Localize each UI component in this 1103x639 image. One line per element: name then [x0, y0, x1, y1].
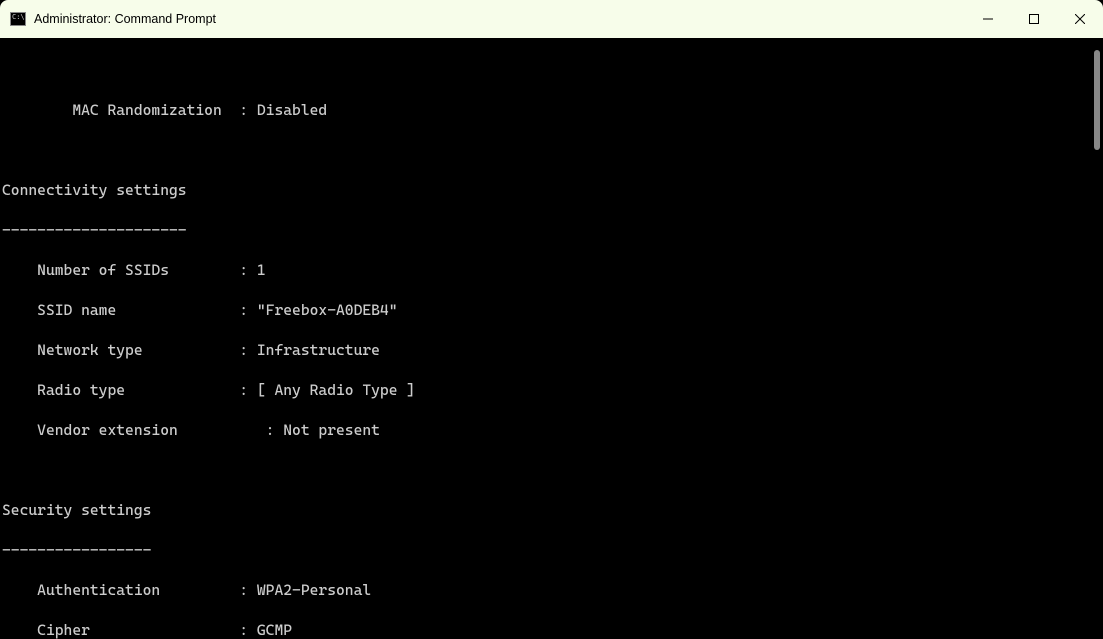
output-line: Connectivity settings	[2, 180, 1103, 200]
minimize-button[interactable]	[965, 0, 1011, 38]
scrollbar[interactable]	[1087, 38, 1103, 639]
output-line: -----------------	[2, 540, 1103, 560]
output-line: MAC Randomization : Disabled	[2, 100, 1103, 120]
terminal-output[interactable]: MAC Randomization : Disabled Connectivit…	[0, 38, 1103, 639]
close-button[interactable]	[1057, 0, 1103, 38]
output-line: SSID name : "Freebox-A0DEB4"	[2, 300, 1103, 320]
cmd-icon	[10, 12, 26, 26]
window-title: Administrator: Command Prompt	[34, 12, 216, 26]
output-line: Radio type : [ Any Radio Type ]	[2, 380, 1103, 400]
output-line	[2, 140, 1103, 160]
scrollbar-thumb[interactable]	[1094, 50, 1100, 150]
output-line: Vendor extension : Not present	[2, 420, 1103, 440]
close-icon	[1075, 14, 1085, 24]
output-line: ---------------------	[2, 220, 1103, 240]
output-line: Security settings	[2, 500, 1103, 520]
maximize-icon	[1029, 14, 1039, 24]
output-line: Number of SSIDs : 1	[2, 260, 1103, 280]
output-line: Authentication : WPA2-Personal	[2, 580, 1103, 600]
maximize-button[interactable]	[1011, 0, 1057, 38]
output-line: Network type : Infrastructure	[2, 340, 1103, 360]
output-line: Cipher : GCMP	[2, 620, 1103, 639]
terminal-content: MAC Randomization : Disabled Connectivit…	[0, 80, 1103, 639]
title-bar[interactable]: Administrator: Command Prompt	[0, 0, 1103, 38]
output-line	[2, 460, 1103, 480]
minimize-icon	[983, 14, 993, 24]
window-controls	[965, 0, 1103, 38]
